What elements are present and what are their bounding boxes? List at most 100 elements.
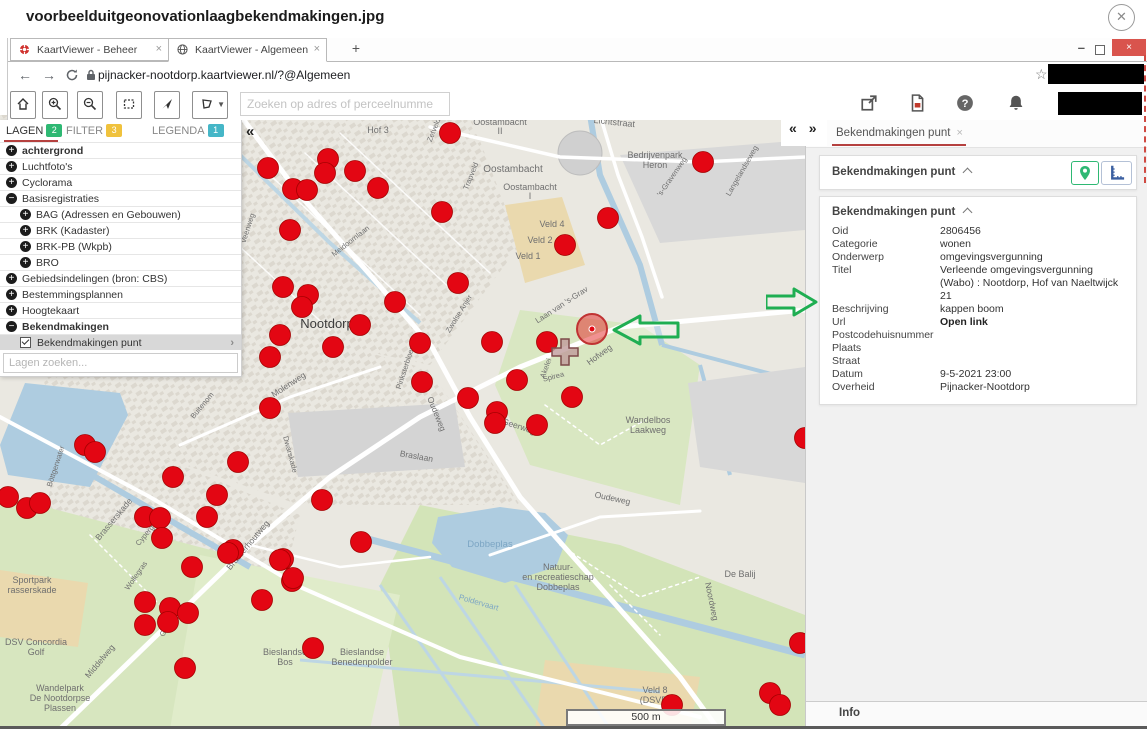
announcement-marker[interactable] <box>385 292 406 313</box>
expand-icon[interactable]: + <box>6 177 17 188</box>
panel-tab-close-icon[interactable]: × <box>956 127 962 139</box>
select-tool-button[interactable]: ▼ <box>192 91 228 119</box>
address-search-input[interactable] <box>240 92 450 116</box>
announcement-marker[interactable] <box>135 592 156 613</box>
expand-icon[interactable]: + <box>20 209 31 220</box>
reload-icon[interactable] <box>65 68 79 82</box>
announcement-marker[interactable] <box>598 208 619 229</box>
window-close-button[interactable]: × <box>1112 39 1146 56</box>
announcement-marker[interactable] <box>410 333 431 354</box>
announcement-marker[interactable] <box>150 508 171 529</box>
announcement-marker[interactable] <box>158 612 179 633</box>
browser-tab-algemeen[interactable]: KaartViewer - Algemeen × <box>168 38 327 62</box>
announcement-marker[interactable] <box>135 615 156 636</box>
announcement-marker[interactable] <box>273 277 294 298</box>
announcement-marker[interactable] <box>303 638 324 659</box>
announcement-marker[interactable] <box>315 163 336 184</box>
panel-tab[interactable]: Bekendmakingen punt× <box>836 127 963 139</box>
announcement-marker[interactable] <box>770 695 791 716</box>
layer-item[interactable]: +Hoogtekaart <box>0 302 241 318</box>
announcement-marker[interactable] <box>312 490 333 511</box>
layer-item[interactable]: −Basisregistraties <box>0 190 241 206</box>
announcement-marker[interactable] <box>292 297 313 318</box>
layer-item[interactable]: −Bekendmakingen <box>0 318 241 334</box>
announcement-marker[interactable] <box>297 180 318 201</box>
expand-icon[interactable]: + <box>6 161 17 172</box>
window-restore-button[interactable] <box>1095 45 1105 55</box>
announcement-marker[interactable] <box>270 325 291 346</box>
url-text[interactable]: pijnacker-nootdorp.kaartviewer.nl/?@Alge… <box>98 68 350 82</box>
announcement-marker[interactable] <box>448 273 469 294</box>
feature-header-title[interactable]: Bekendmakingen punt <box>832 166 971 178</box>
zoom-out-button[interactable] <box>77 91 103 119</box>
layer-item[interactable]: +achtergrond <box>0 142 241 158</box>
announcement-marker[interactable] <box>283 568 304 589</box>
announcement-marker[interactable] <box>345 161 366 182</box>
window-minimize-button[interactable]: – <box>1078 40 1085 55</box>
expand-icon[interactable]: + <box>6 305 17 316</box>
announcement-marker[interactable] <box>260 347 281 368</box>
announcement-marker[interactable] <box>440 123 461 144</box>
announcement-marker[interactable] <box>555 235 576 256</box>
browser-tab-beheer[interactable]: KaartViewer - Beheer × <box>10 38 169 61</box>
selected-announcement-marker[interactable] <box>577 314 607 344</box>
forward-icon[interactable]: → <box>42 67 56 83</box>
sidebar-collapse-button[interactable]: « <box>246 123 254 140</box>
announcement-marker[interactable] <box>252 590 273 611</box>
expand-icon[interactable]: + <box>6 273 17 284</box>
announcement-marker[interactable] <box>260 398 281 419</box>
announcement-marker[interactable] <box>85 442 106 463</box>
tab-close-icon[interactable]: × <box>156 43 162 55</box>
layer-item[interactable]: +BRK-PB (Wkpb) <box>0 238 241 254</box>
expand-icon[interactable]: + <box>6 145 17 156</box>
tab-close-icon[interactable]: × <box>314 43 320 55</box>
panel-collapse-right-button[interactable]: » <box>809 120 817 136</box>
announcement-marker[interactable] <box>228 452 249 473</box>
measure-button[interactable] <box>1101 161 1132 185</box>
back-icon[interactable]: ← <box>18 67 32 83</box>
tab-filter[interactable]: FILTER3 <box>66 124 122 137</box>
announcement-marker[interactable] <box>197 507 218 528</box>
announcement-marker[interactable] <box>178 603 199 624</box>
feature-section-title[interactable]: Bekendmakingen punt <box>820 203 1136 225</box>
layer-item[interactable]: +Cyclorama <box>0 174 241 190</box>
announcement-marker[interactable] <box>175 658 196 679</box>
announcement-marker[interactable] <box>507 370 528 391</box>
announcement-marker[interactable] <box>562 387 583 408</box>
expand-icon[interactable]: + <box>6 289 17 300</box>
tab-legenda[interactable]: LEGENDA1 <box>152 124 224 137</box>
announcement-marker[interactable] <box>182 557 203 578</box>
announcement-marker[interactable] <box>280 220 301 241</box>
collapse-icon[interactable]: − <box>6 193 17 204</box>
announcement-marker[interactable] <box>270 550 291 571</box>
announcement-marker[interactable] <box>323 337 344 358</box>
announcement-marker[interactable] <box>485 413 506 434</box>
announcement-marker[interactable] <box>351 532 372 553</box>
announcement-marker[interactable] <box>258 158 279 179</box>
layer-checkbox[interactable] <box>20 337 31 348</box>
collapse-icon[interactable]: − <box>6 321 17 332</box>
announcement-marker[interactable] <box>152 528 173 549</box>
layer-item[interactable]: +Gebiedsindelingen (bron: CBS) <box>0 270 241 286</box>
pdf-icon[interactable] <box>908 94 926 112</box>
info-footer-label[interactable]: Info <box>839 707 860 719</box>
announcement-marker[interactable] <box>350 315 371 336</box>
announcement-marker[interactable] <box>368 178 389 199</box>
announcement-marker[interactable] <box>163 467 184 488</box>
layer-options-icon[interactable]: › <box>230 337 234 349</box>
announcement-marker[interactable] <box>527 415 548 436</box>
announcement-marker[interactable] <box>30 493 51 514</box>
expand-icon[interactable]: + <box>20 257 31 268</box>
viewer-close-icon[interactable]: ✕ <box>1108 4 1135 31</box>
announcement-marker[interactable] <box>412 372 433 393</box>
layer-item[interactable]: +Bestemmingsplannen <box>0 286 241 302</box>
layer-item[interactable]: Bekendmakingen punt› <box>0 334 241 350</box>
layer-item[interactable]: +Luchtfoto's <box>0 158 241 174</box>
announcement-marker[interactable] <box>0 487 19 508</box>
new-tab-button[interactable]: + <box>348 40 364 56</box>
announcement-marker[interactable] <box>482 332 503 353</box>
announcement-marker[interactable] <box>207 485 228 506</box>
expand-icon[interactable]: + <box>20 241 31 252</box>
zoom-to-feature-button[interactable] <box>1071 161 1099 185</box>
share-icon[interactable] <box>860 94 878 112</box>
